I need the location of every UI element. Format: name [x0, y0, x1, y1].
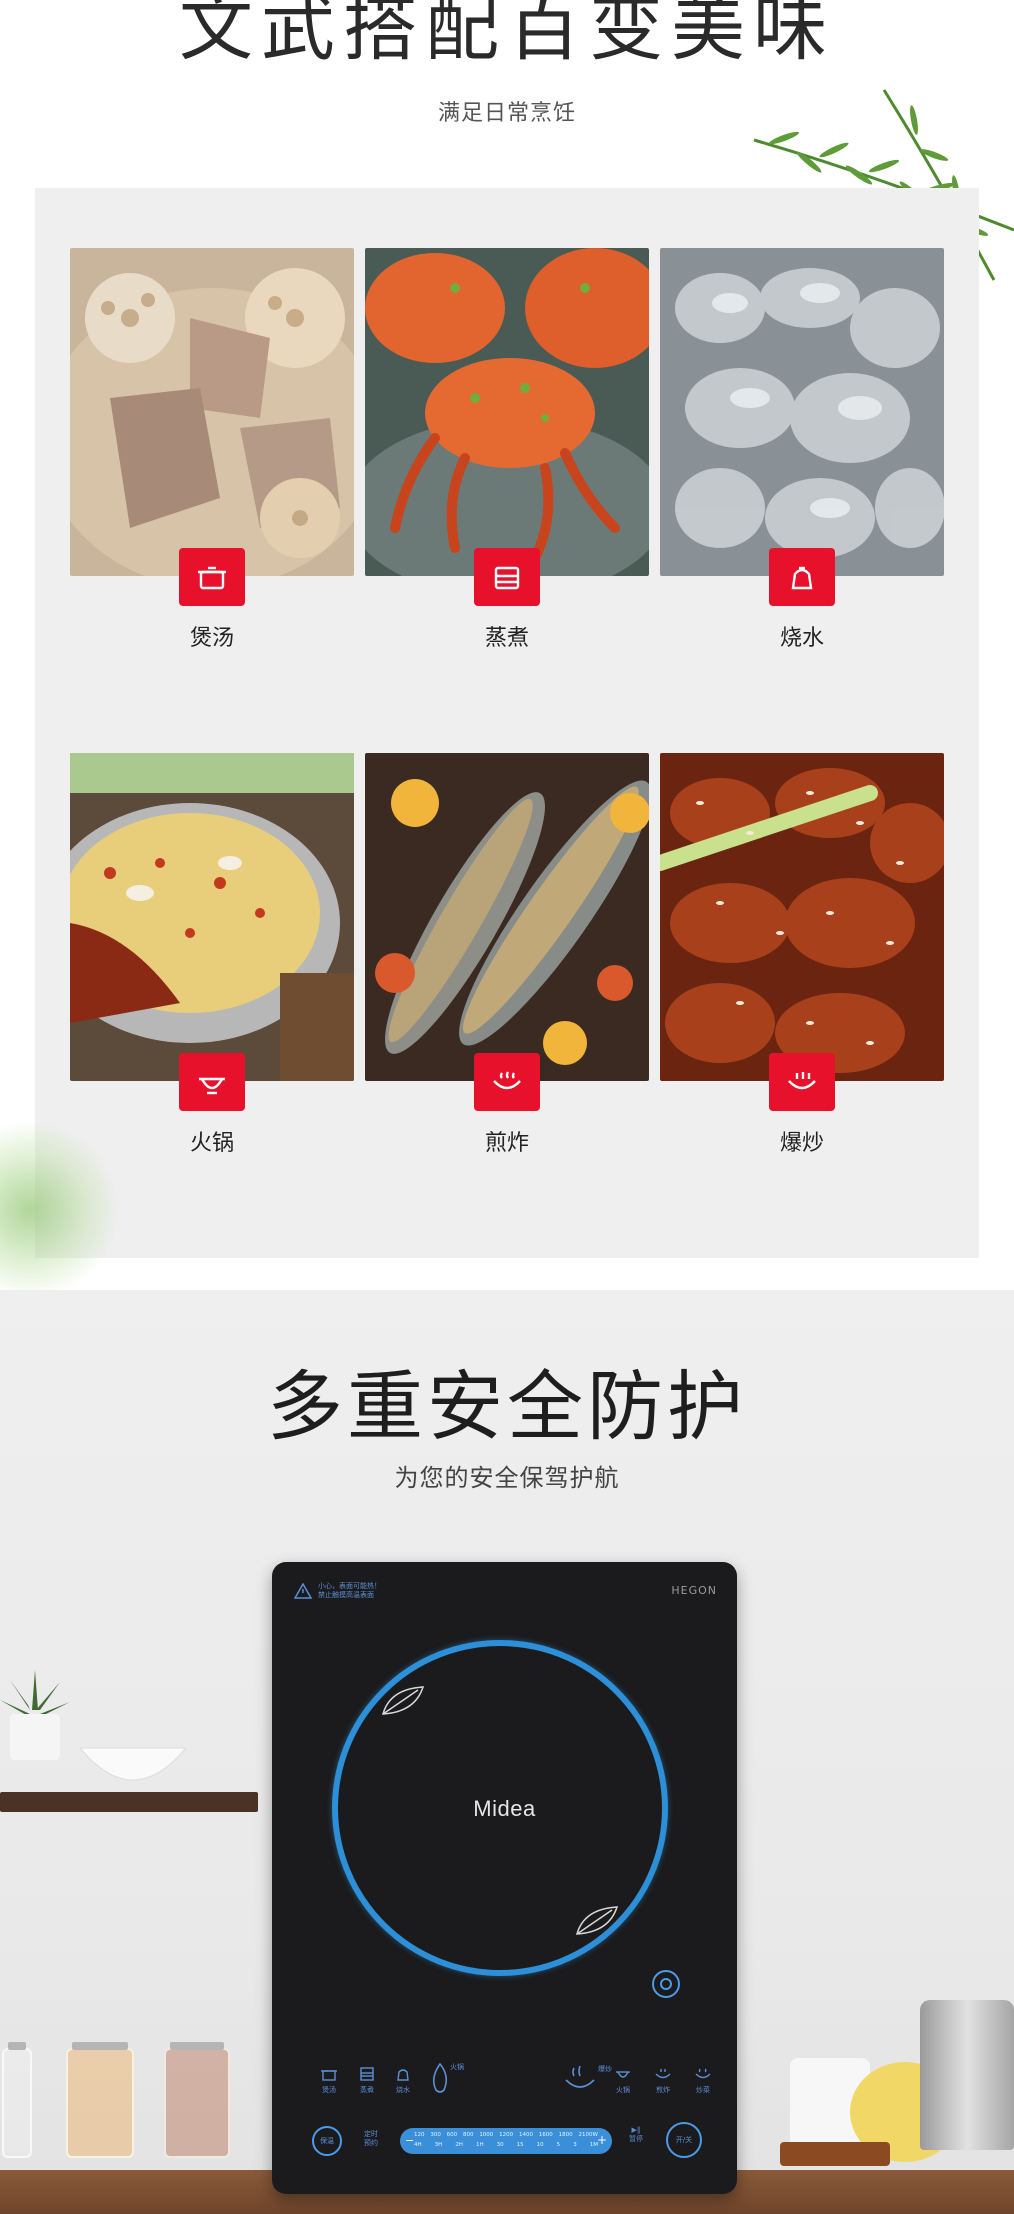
minus-icon: − [405, 2134, 415, 2147]
cooker-logo: Midea [473, 1796, 536, 1821]
kettle-icon [397, 2069, 409, 2081]
timer-button[interactable]: 定时 预约 [360, 2130, 382, 2148]
mode-label: 火锅 [189, 1131, 234, 1156]
mode-label: 煎炸 [484, 1131, 529, 1156]
fn-label: 煎炸 [656, 2086, 670, 2094]
mode-label: 爆炒 [779, 1131, 824, 1156]
plus-icon: + [596, 2133, 607, 2147]
section-title: 多重安全防护 [267, 1362, 747, 1451]
hotpot-icon [616, 2071, 630, 2078]
plant-decoration [0, 1670, 70, 1760]
frying-pan-icon [474, 1053, 540, 1111]
keep-warm-button[interactable]: 保温 [312, 2126, 342, 2156]
cooker-brand: HEGON [671, 1584, 717, 1597]
steamer-icon [360, 2067, 374, 2081]
bowl-decoration [78, 1747, 188, 1781]
kettle-icon [769, 548, 835, 606]
child-lock-button[interactable] [652, 1970, 680, 1998]
hotpot-food-image [70, 753, 354, 1081]
power-label: 开/关 [675, 2136, 693, 2144]
fn-soup-button[interactable]: 煲汤 [312, 2066, 346, 2095]
soup-food-image [70, 248, 354, 576]
pause-label: 暂停 [629, 2135, 643, 2143]
leaf-icon [575, 1906, 619, 1935]
steel-pot-decoration [920, 2000, 1014, 2150]
stir-fry-icon [565, 2065, 595, 2088]
mode-label: 蒸煮 [484, 626, 529, 651]
cooking-modes-panel: 煲汤 蒸煮 烧水 火锅 煎炸 爆炒 [35, 188, 979, 1258]
warning-icon [294, 1583, 312, 1599]
warning-label: 小心，表面可能热！ 禁止触摸高温表面 [294, 1582, 408, 1600]
safety-section: 多重安全防护 为您的安全保驾护航 小心，表面可能热！ 禁止触摸高温表面 HEGO… [0, 1290, 1014, 2214]
power-button[interactable]: 开/关 [666, 2122, 702, 2158]
fn-label: 蒸煮 [360, 2086, 374, 2094]
wall-shelf [0, 1792, 258, 1812]
hotpot-icon [179, 1053, 245, 1111]
power-values-row: 120 300 600 800 1000 1200 1400 1600 1800 2100W [414, 2132, 598, 2138]
section-title: 文武搭配百变美味 [179, 0, 835, 71]
frying-pan-icon [655, 2069, 671, 2079]
keep-warm-label: 保温 [320, 2137, 334, 2145]
section-subtitle: 为您的安全保驾护航 [394, 1464, 620, 1492]
cinnamon-decoration [780, 2142, 890, 2166]
cooking-modes-section: 文武搭配百变美味 满足日常烹饪 煲汤 蒸煮 烧水 火锅 煎炸 爆炒 [0, 0, 1014, 1290]
fn-label: 炒菜 [696, 2086, 710, 2094]
soup-pot-icon [321, 2070, 337, 2081]
warning-text: 小心，表面可能热！ 禁止触摸高温表面 [318, 1582, 381, 1599]
hotpot-mode-label: 火锅 [450, 2063, 464, 2071]
soup-pot-icon [179, 548, 245, 606]
induction-cooker: 小心，表面可能热！ 禁止触摸高温表面 HEGON Midea 煲汤 蒸煮 烧水 … [272, 1562, 737, 2194]
steamer-icon [474, 548, 540, 606]
fn-boil-button[interactable]: 烧水 [386, 2066, 420, 2095]
mode-label: 烧水 [779, 626, 824, 651]
pause-button[interactable]: ▶‖ 暂停 [624, 2126, 648, 2144]
boiling-water-image [660, 248, 944, 576]
jar-decoration [2, 2042, 32, 2158]
time-values-row: 4H 3H 2H 1H 30 15 10 5 3 1M [414, 2142, 598, 2148]
jar-decoration [66, 2042, 134, 2158]
fn-steam-button[interactable]: 蒸煮 [350, 2066, 384, 2095]
control-panel: 煲汤 蒸煮 烧水 火锅 爆炒 火锅 煎炸 炒菜 保温 定时 预约 − 120 3… [272, 1970, 737, 2194]
wok-icon [695, 2068, 711, 2079]
fried-fish-image [365, 753, 649, 1081]
mode-label: 煲汤 [189, 626, 234, 651]
fn-label: 烧水 [396, 2086, 410, 2094]
power-timer-slider[interactable]: − 120 300 600 800 1000 1200 1400 1600 1800 2100W … [400, 2128, 612, 2154]
fn-label: 煲汤 [322, 2086, 336, 2094]
fn-fry-button[interactable]: 煎炸 [646, 2066, 680, 2095]
play-pause-icon: ▶‖ [631, 2126, 641, 2134]
fn-hotpot-button[interactable]: 火锅 [606, 2066, 640, 2095]
crab-food-image [365, 248, 649, 576]
stirfry-food-image [660, 753, 944, 1081]
fn-stirfry-button[interactable]: 炒菜 [686, 2066, 720, 2095]
wok-icon [769, 1053, 835, 1111]
leaf-icon [381, 1686, 425, 1715]
fn-label: 火锅 [616, 2086, 630, 2094]
jar-decoration [164, 2042, 230, 2158]
